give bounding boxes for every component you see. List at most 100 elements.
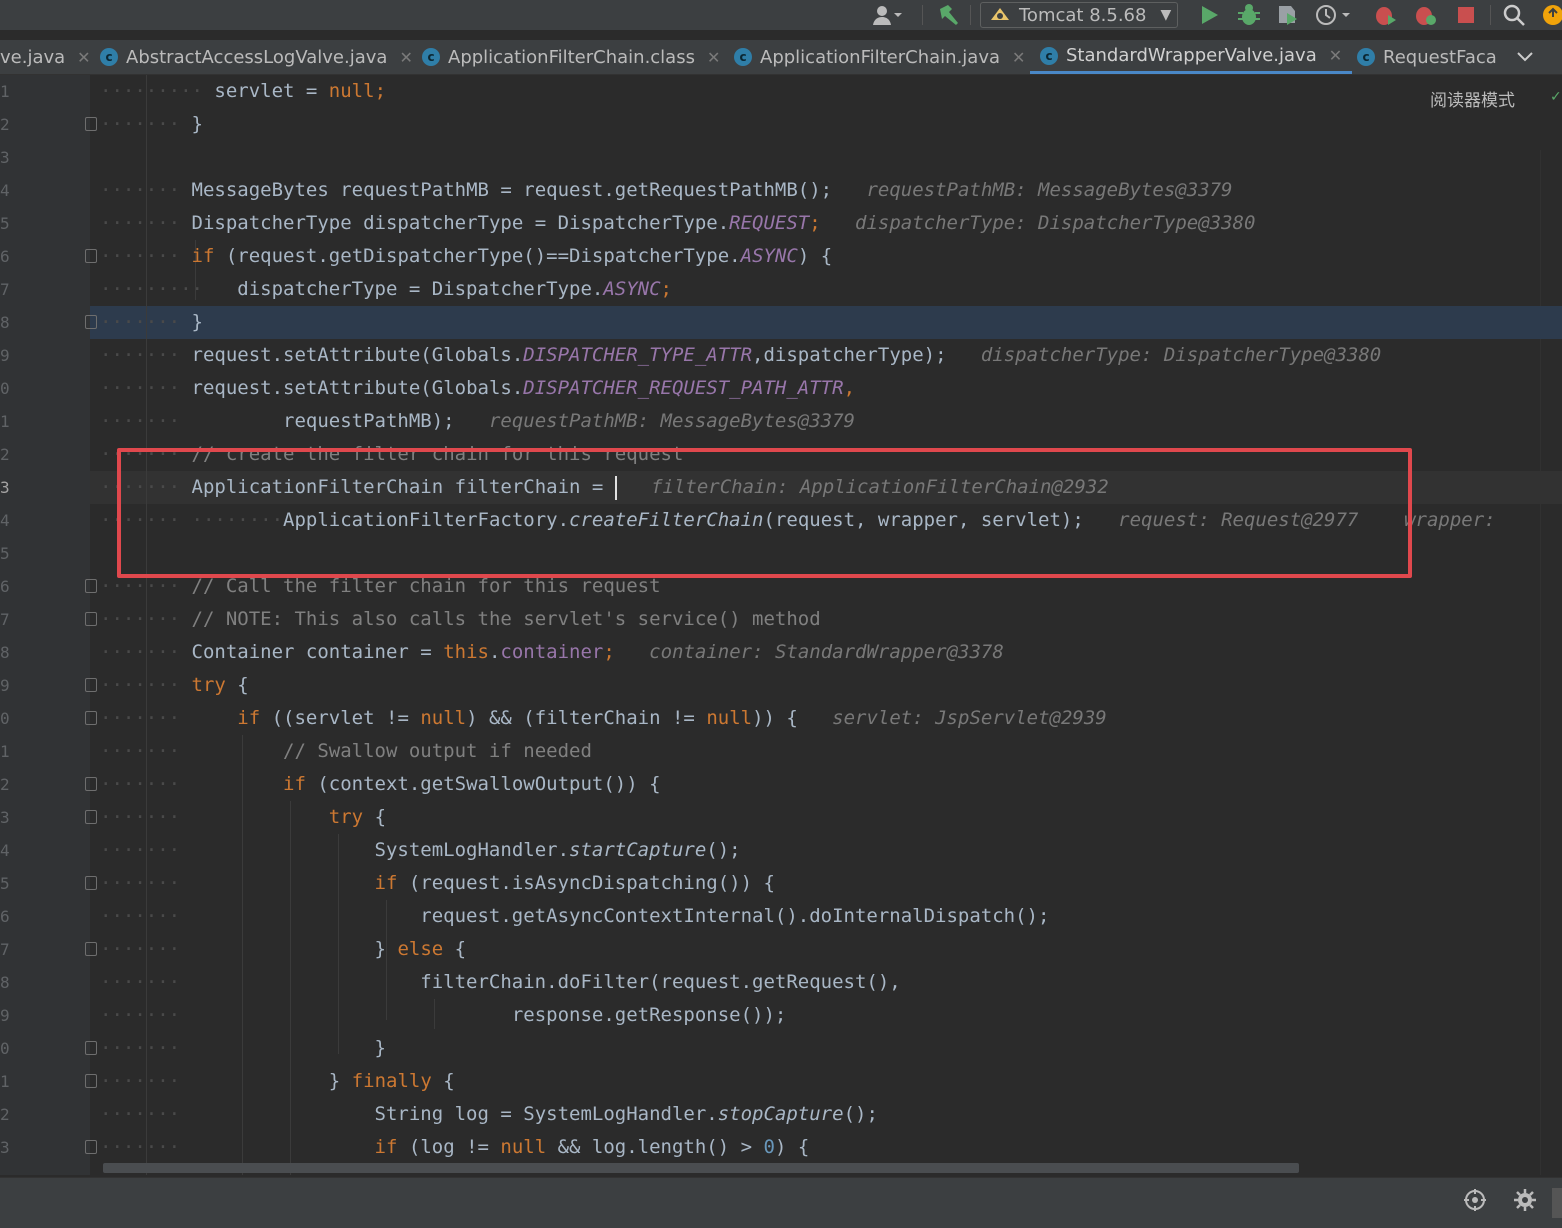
target-icon[interactable] bbox=[1463, 1188, 1487, 1218]
code-text: ) { bbox=[797, 245, 833, 267]
keyword: if bbox=[283, 773, 306, 795]
code-text: ) && (filterChain != bbox=[466, 707, 707, 729]
gear-icon[interactable] bbox=[1513, 1188, 1537, 1218]
code-line[interactable]: 6 ······· if (request.getDispatcherType(… bbox=[0, 240, 1562, 273]
code-line[interactable]: 1 ······· } finally { bbox=[0, 1065, 1562, 1098]
code-line[interactable]: 0 ······· request.setAttribute(Globals.D… bbox=[0, 372, 1562, 405]
code-text: SystemLogHandler. bbox=[374, 839, 570, 861]
stop-icon[interactable] bbox=[1456, 0, 1476, 30]
fold-icon[interactable] bbox=[85, 249, 97, 263]
fold-icon[interactable] bbox=[85, 1140, 97, 1154]
attach-debugger-icon[interactable] bbox=[1372, 0, 1398, 30]
fold-icon[interactable] bbox=[85, 1074, 97, 1088]
code-line[interactable]: 8 ······· } bbox=[0, 306, 1562, 339]
code-text: )) { bbox=[752, 707, 798, 729]
code-line[interactable]: 3 ······· if (log != null && log.length(… bbox=[0, 1131, 1562, 1164]
coverage-icon[interactable] bbox=[1275, 0, 1301, 30]
code-text: } bbox=[191, 113, 203, 135]
code-line[interactable]: 3 ······· try { bbox=[0, 801, 1562, 834]
keyword: null bbox=[420, 707, 467, 729]
keyword: null bbox=[328, 80, 375, 102]
user-icon[interactable] bbox=[872, 0, 902, 30]
run-configuration-select[interactable]: Tomcat 8.5.68 ▼ bbox=[980, 2, 1178, 28]
close-icon[interactable]: ✕ bbox=[707, 48, 720, 67]
fold-icon[interactable] bbox=[85, 315, 97, 329]
fold-icon[interactable] bbox=[85, 876, 97, 890]
field: REQUEST bbox=[729, 212, 810, 234]
code-line[interactable]: 4 ······· MessageBytes requestPathMB = r… bbox=[0, 174, 1562, 207]
tab-label: AbstractAccessLogValve.java bbox=[126, 46, 388, 68]
tab-label: ApplicationFilterChain.java bbox=[760, 46, 1001, 68]
fold-icon[interactable] bbox=[85, 612, 97, 626]
code-line[interactable]: 9 ······· request.setAttribute(Globals.D… bbox=[0, 339, 1562, 372]
fold-icon[interactable] bbox=[85, 711, 97, 725]
keyword: null bbox=[500, 1136, 547, 1158]
tab-request-facade[interactable]: c RequestFaca bbox=[1357, 40, 1497, 74]
punct: ; bbox=[374, 80, 387, 102]
chevron-down-icon[interactable] bbox=[1516, 40, 1534, 74]
code-line[interactable]: 4 ······· SystemLogHandler.startCapture(… bbox=[0, 834, 1562, 867]
fold-icon[interactable] bbox=[85, 810, 97, 824]
update-icon[interactable] bbox=[1542, 0, 1562, 30]
code-line[interactable]: 7 ········· dispatcherType = DispatcherT… bbox=[0, 273, 1562, 306]
code-text: requestPathMB); bbox=[283, 410, 455, 432]
profile-icon[interactable] bbox=[1314, 0, 1354, 30]
tab-application-filter-chain-class[interactable]: c ApplicationFilterChain.class ✕ bbox=[422, 40, 720, 74]
keyword: if bbox=[374, 1136, 398, 1158]
punct: ; bbox=[603, 641, 615, 663]
code-line[interactable]: 2 ······· String log = SystemLogHandler.… bbox=[0, 1098, 1562, 1131]
code-line[interactable]: 2 ······· if (context.getSwallowOutput()… bbox=[0, 768, 1562, 801]
fold-icon[interactable] bbox=[85, 1041, 97, 1055]
code-line[interactable]: 0 ······· } bbox=[0, 1032, 1562, 1065]
fold-icon[interactable] bbox=[85, 117, 97, 131]
code-text: dispatcherType = DispatcherType. bbox=[237, 278, 604, 300]
code-line[interactable]: 1 ······· // Swallow output if needed bbox=[0, 735, 1562, 768]
code-text: request.setAttribute(Globals. bbox=[191, 344, 524, 366]
code-line[interactable]: 0 ······· if ((servlet != null) && (filt… bbox=[0, 702, 1562, 735]
tomcat-icon bbox=[989, 6, 1011, 24]
fold-icon[interactable] bbox=[85, 777, 97, 791]
code-text: (); bbox=[843, 1103, 878, 1125]
close-icon[interactable]: ✕ bbox=[1012, 48, 1025, 67]
run-icon[interactable] bbox=[1198, 0, 1220, 30]
tab-application-filter-chain-java[interactable]: c ApplicationFilterChain.java ✕ bbox=[734, 40, 1025, 74]
code-line[interactable]: 6 ······· request.getAsyncContextInterna… bbox=[0, 900, 1562, 933]
code-line[interactable]: 1 ········· servlet = null; bbox=[0, 75, 1562, 108]
code-text: filterChain.doFilter(request.getRequest(… bbox=[420, 971, 901, 993]
class-icon: c bbox=[422, 48, 440, 66]
debug-inline-value: dispatcherType: DispatcherType@3380 bbox=[980, 344, 1382, 366]
tab-ve-java[interactable]: ve.java ✕ bbox=[0, 40, 91, 74]
horizontal-scrollbar[interactable] bbox=[103, 1163, 1299, 1173]
code-editor[interactable]: ✓ 1 ········· servlet = null; 2 ······· … bbox=[0, 75, 1562, 1175]
hammer-icon[interactable] bbox=[936, 0, 962, 30]
keyword: if bbox=[237, 707, 261, 729]
code-text: ) { bbox=[774, 1136, 810, 1158]
tab-standard-wrapper-valve[interactable]: c StandardWrapperValve.java ✕ bbox=[1030, 40, 1353, 74]
class-icon: c bbox=[1040, 46, 1058, 65]
code-text: { bbox=[431, 1070, 455, 1092]
debug-remote-icon[interactable] bbox=[1412, 0, 1438, 30]
reader-mode-toggle[interactable]: 阅读器模式 bbox=[1430, 86, 1515, 111]
code-line[interactable]: 7 ······· } else { bbox=[0, 933, 1562, 966]
debug-icon[interactable] bbox=[1236, 0, 1262, 30]
code-line[interactable]: 3 bbox=[0, 141, 1562, 174]
close-icon[interactable]: ✕ bbox=[77, 48, 90, 67]
code-line[interactable]: 8 ······· Container container = this.con… bbox=[0, 636, 1562, 669]
tab-abstract-access-log-valve[interactable]: c AbstractAccessLogValve.java ✕ bbox=[100, 40, 413, 74]
code-text: (request.isAsyncDispatching()) { bbox=[397, 872, 775, 894]
close-icon[interactable]: ✕ bbox=[399, 48, 412, 67]
code-line[interactable]: 5 ······· DispatcherType dispatcherType … bbox=[0, 207, 1562, 240]
keyword: try bbox=[328, 806, 364, 828]
code-line[interactable]: 9 ······· try { bbox=[0, 669, 1562, 702]
code-line[interactable]: 9 ······· response.getResponse()); bbox=[0, 999, 1562, 1032]
close-icon[interactable]: ✕ bbox=[1329, 46, 1342, 65]
code-line[interactable]: 1 ······· requestPathMB); requestPathMB:… bbox=[0, 405, 1562, 438]
code-line[interactable]: 8 ······· filterChain.doFilter(request.g… bbox=[0, 966, 1562, 999]
search-icon[interactable] bbox=[1502, 0, 1526, 30]
fold-icon[interactable] bbox=[85, 579, 97, 593]
fold-icon[interactable] bbox=[85, 678, 97, 692]
fold-icon[interactable] bbox=[85, 942, 97, 956]
code-line[interactable]: 7 ······· // NOTE: This also calls the s… bbox=[0, 603, 1562, 636]
code-line[interactable]: 5 ······· if (request.isAsyncDispatching… bbox=[0, 867, 1562, 900]
code-line[interactable]: 2 ······· } bbox=[0, 108, 1562, 141]
